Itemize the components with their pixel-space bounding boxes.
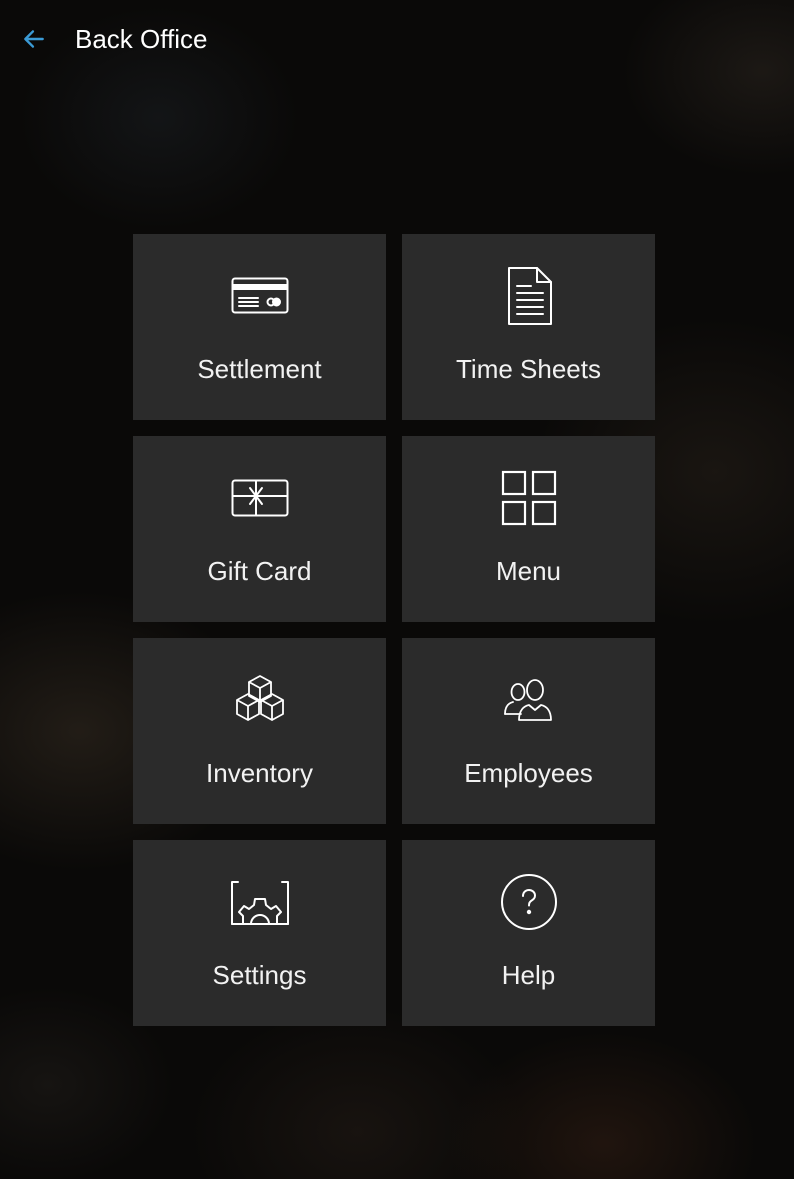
- time-sheets-label: Time Sheets: [456, 354, 601, 384]
- boxes-icon: [235, 675, 284, 721]
- settings-label: Settings: [212, 960, 307, 990]
- menu-label: Menu: [495, 556, 562, 586]
- document-icon: [507, 267, 552, 325]
- settlement-label: Settlement: [197, 354, 322, 384]
- back-button[interactable]: [18, 23, 50, 55]
- employees-tile[interactable]: Employees: [402, 638, 655, 824]
- gear-icon: [230, 881, 289, 925]
- app-bar: Back Office: [0, 0, 794, 78]
- help-label: Help: [501, 960, 556, 990]
- settlement-tile[interactable]: Settlement: [133, 234, 386, 420]
- menu-tile[interactable]: Menu: [402, 436, 655, 622]
- gift-card-icon: [231, 479, 288, 517]
- back-office-menu-grid: Settlement Time Sheets Gift Card Menu In…: [133, 234, 655, 1026]
- time-sheets-tile[interactable]: Time Sheets: [402, 234, 655, 420]
- inventory-label: Inventory: [206, 758, 313, 788]
- question-circle-icon: [500, 874, 557, 930]
- credit-card-icon: [231, 277, 288, 314]
- settings-tile[interactable]: Settings: [133, 840, 386, 1026]
- help-tile[interactable]: Help: [402, 840, 655, 1026]
- employees-label: Employees: [464, 758, 593, 788]
- page-title: Back Office: [75, 24, 208, 54]
- gift-card-tile[interactable]: Gift Card: [133, 436, 386, 622]
- inventory-tile[interactable]: Inventory: [133, 638, 386, 824]
- grid-icon: [501, 470, 556, 526]
- arrow-left-icon: [24, 30, 44, 48]
- gift-card-label: Gift Card: [207, 556, 312, 586]
- people-icon: [503, 679, 552, 721]
